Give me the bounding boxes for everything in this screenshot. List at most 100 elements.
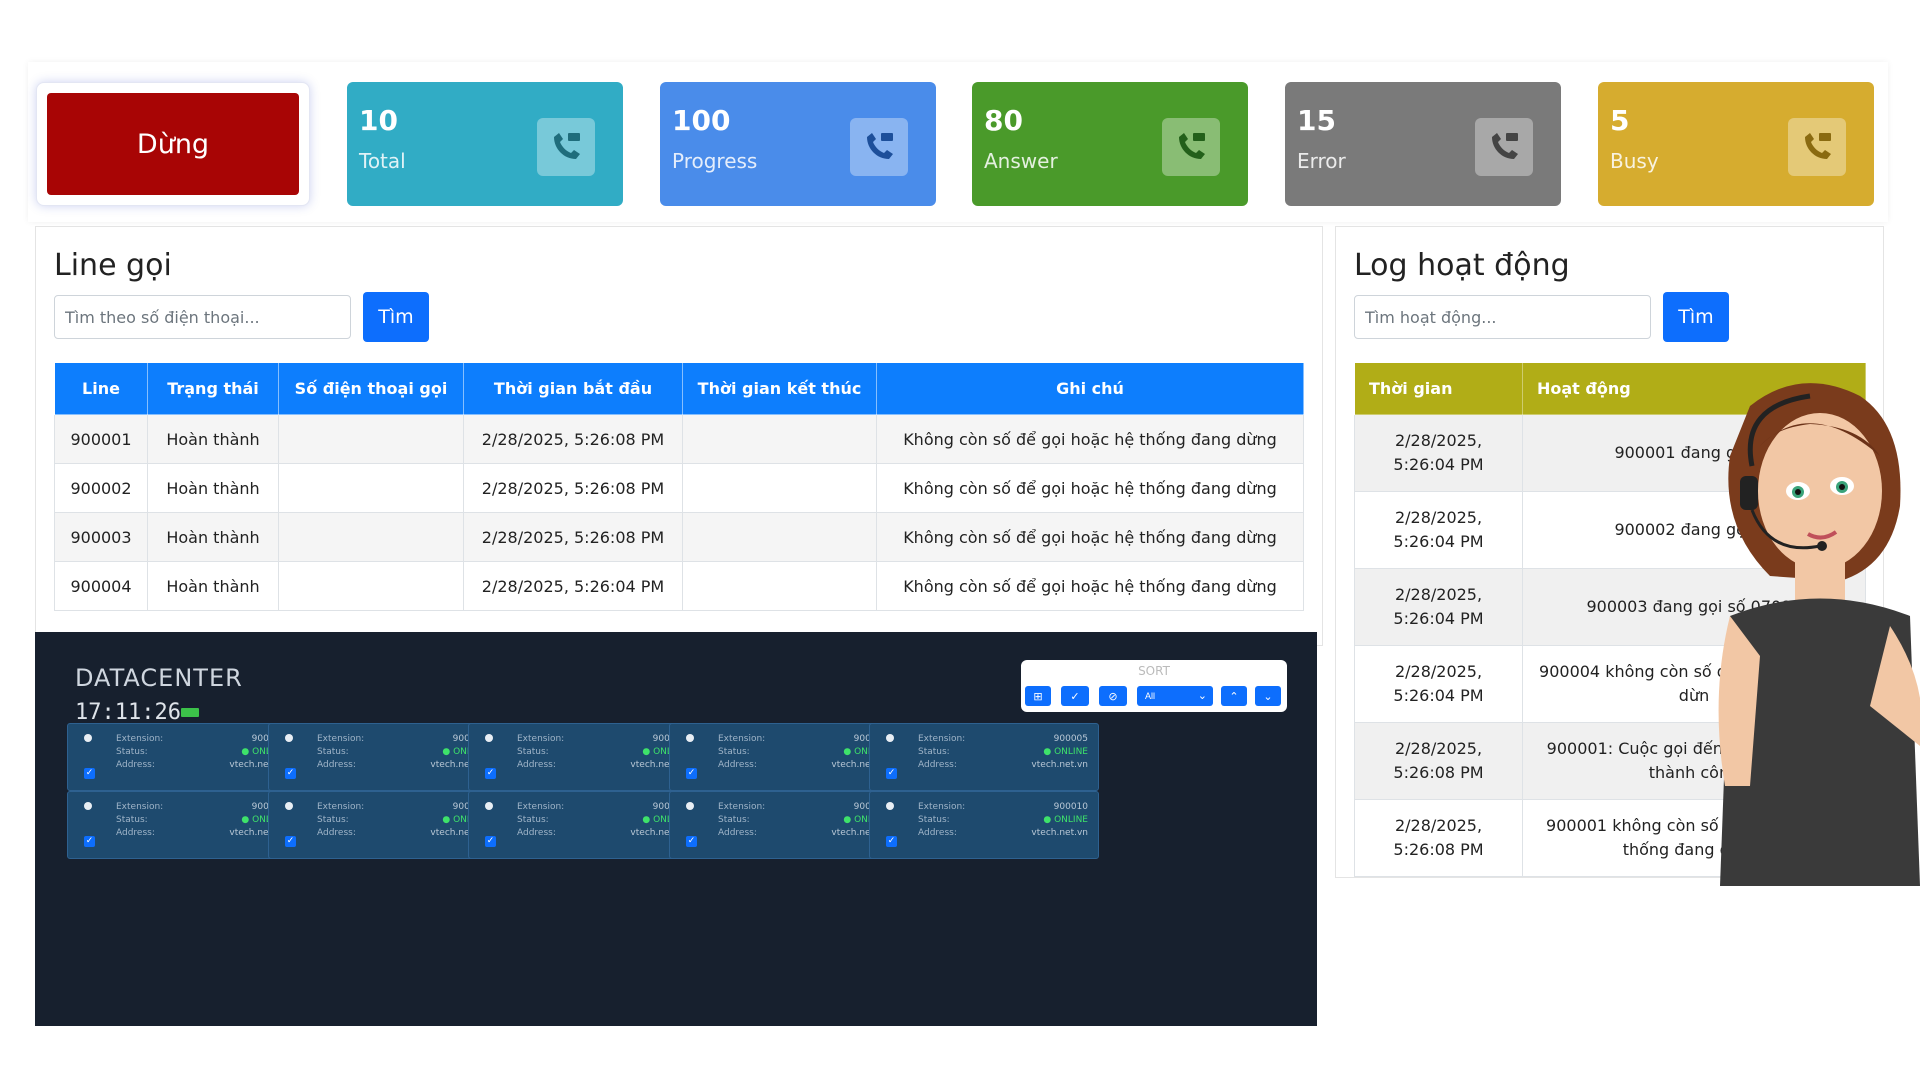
status-row: Status: ● ONLINE [918,815,1088,825]
chevron-down-icon: ⌄ [1197,690,1207,702]
stop-card: Dừng [36,82,310,206]
address-row: Address: vtech.net.vn [918,760,1088,770]
sort-descending-icon[interactable]: ⌄ [1255,686,1281,706]
select-checkbox[interactable]: ✓ [285,768,296,779]
table-row[interactable]: 900004 Hoàn thành 2/28/2025, 5:26:04 PM … [54,561,1304,611]
phone-icon [850,118,908,176]
activity-search-button[interactable]: Tìm [1663,292,1729,342]
extension-row: Extension:900006 [116,802,286,812]
field-label: Extension: [718,802,766,812]
table-cell: 2/28/2025, 5:26:08 PM [463,463,683,513]
table-cell: 2/28/2025, 5:26:04 PM [463,561,683,611]
log-time: 2/28/2025, 5:26:04 PM [1354,568,1523,646]
phone-search-button[interactable]: Tìm [363,292,429,342]
table-cell: 900001 [54,414,148,464]
datacenter-clock: 17:11:26 [75,700,181,725]
column-header[interactable]: Thời gian bắt đầu [463,362,683,415]
phone-icon [537,118,595,176]
table-cell: Hoàn thành [147,463,279,513]
status-dot-icon [485,734,493,742]
stop-button[interactable]: Dừng [47,93,299,195]
table-cell: 2/28/2025, 5:26:08 PM [463,414,683,464]
status-dot-icon [285,734,293,742]
column-header[interactable]: Trạng thái [147,362,279,415]
column-header[interactable]: Số điện thoại gọi [278,362,464,415]
sort-panel: SORT ⊞ ✓ ⊘ All ⌄ ⌃ ⌄ [1021,660,1287,712]
call-center-agent-illustration [1718,383,1920,886]
log-panel-title: Log hoạt động [1354,248,1570,283]
field-label: Extension: [517,734,565,744]
status-row: Status: ● ONLINE [517,747,687,757]
table-cell: 900004 [54,561,148,611]
field-label: Status: [116,815,148,825]
status-row: Status: ● ONLINE [718,747,888,757]
field-label: Address: [317,760,356,770]
field-label: Status: [317,815,349,825]
status-dot-icon [285,802,293,810]
datacenter-title: DATACENTER [75,664,243,692]
select-checkbox[interactable]: ✓ [886,768,897,779]
field-label: Extension: [317,734,365,744]
field-label: Status: [918,815,950,825]
table-cell: 900002 [54,463,148,513]
table-cell: 900003 [54,512,148,562]
table-cell: 2/28/2025, 5:26:08 PM [463,512,683,562]
select-checkbox[interactable]: ✓ [285,836,296,847]
status-dot-icon [886,734,894,742]
line-table: Line Trạng thái Số điện thoại gọi Thời g… [54,362,1304,611]
extension-card[interactable]: ✓ Extension: 900010 Status: ● ONLINE Address:… [869,791,1099,859]
column-header[interactable]: Ghi chú [876,362,1304,415]
field-label: Status: [718,815,750,825]
phone-icon [1788,118,1846,176]
address-value: vtech.net.vn [1031,760,1088,770]
extension-card[interactable]: ✓ Extension:900003 Status:● ONLINE Address:… [468,723,698,791]
status-row: Status: ● ONLINE [517,815,687,825]
select-checkbox[interactable]: ✓ [886,836,897,847]
select-checkbox[interactable]: ✓ [686,768,697,779]
table-row[interactable]: 900002 Hoàn thành 2/28/2025, 5:26:08 PM … [54,463,1304,513]
table-cell: Không còn số để gọi hoặc hệ thống đang d… [876,414,1304,464]
field-label: Status: [517,747,549,757]
table-cell [278,561,464,611]
select-checkbox[interactable]: ✓ [485,836,496,847]
sort-filter-select[interactable]: All ⌄ [1137,686,1213,706]
status-row: Status: ● ONLINE [116,747,286,757]
extension-row: Extension: 900005 [918,734,1088,744]
block-icon[interactable]: ⊘ [1099,686,1127,706]
sort-ascending-icon[interactable]: ⌃ [1221,686,1247,706]
table-cell: Không còn số để gọi hoặc hệ thống đang d… [876,463,1304,513]
table-row[interactable]: 900001 Hoàn thành 2/28/2025, 5:26:08 PM … [54,414,1304,464]
extension-card[interactable]: ✓ Extension:900004 Status:● ONLINE Address:… [669,723,899,791]
extension-card[interactable]: ✓ Extension:900007 Status:● ONLINE Address:… [268,791,498,859]
select-checkbox[interactable]: ✓ [84,836,95,847]
extension-card[interactable]: ✓ Extension: 900005 Status: ● ONLINE Address:… [869,723,1099,791]
phone-search-input[interactable] [54,295,351,339]
table-cell: Hoàn thành [147,414,279,464]
select-checkbox[interactable]: ✓ [485,768,496,779]
table-row[interactable]: 900003 Hoàn thành 2/28/2025, 5:26:08 PM … [54,512,1304,562]
extension-card[interactable]: ✓ Extension:900009 Status:● ONLINE Address:… [669,791,899,859]
log-time: 2/28/2025, 5:26:04 PM [1354,414,1523,492]
extension-card[interactable]: ✓ Extension:900002 Status:● ONLINE Address:… [268,723,498,791]
extension-card[interactable]: ✓ Extension:900008 Status:● ONLINE Address:… [468,791,698,859]
extension-row: Extension:900002 [317,734,487,744]
column-header[interactable]: Thời gian kết thúc [682,362,877,415]
extension-card[interactable]: ✓ Extension:900001 Status:● ONLINE Address:… [67,723,297,791]
address-row: Address: vtech.net.vn [718,828,888,838]
grid-view-icon[interactable]: ⊞ [1025,686,1051,706]
field-label: Extension: [918,802,966,812]
extension-card[interactable]: ✓ Extension:900006 Status:● ONLINE Address:… [67,791,297,859]
extension-value: 900005 [1053,734,1088,744]
status-value: ● ONLINE [1043,815,1088,825]
select-checkbox[interactable]: ✓ [686,836,697,847]
address-row: Address: vtech.net.vn [317,760,487,770]
select-checkbox[interactable]: ✓ [84,768,95,779]
log-time: 2/28/2025, 5:26:04 PM [1354,645,1523,723]
activity-search-input[interactable] [1354,295,1651,339]
column-header[interactable]: Thời gian [1354,362,1523,415]
check-icon[interactable]: ✓ [1061,686,1089,706]
table-cell: Hoàn thành [147,561,279,611]
column-header[interactable]: Line [54,362,148,415]
stat-card-answer: 80 Answer [972,82,1248,206]
status-row: Status: ● ONLINE [317,815,487,825]
